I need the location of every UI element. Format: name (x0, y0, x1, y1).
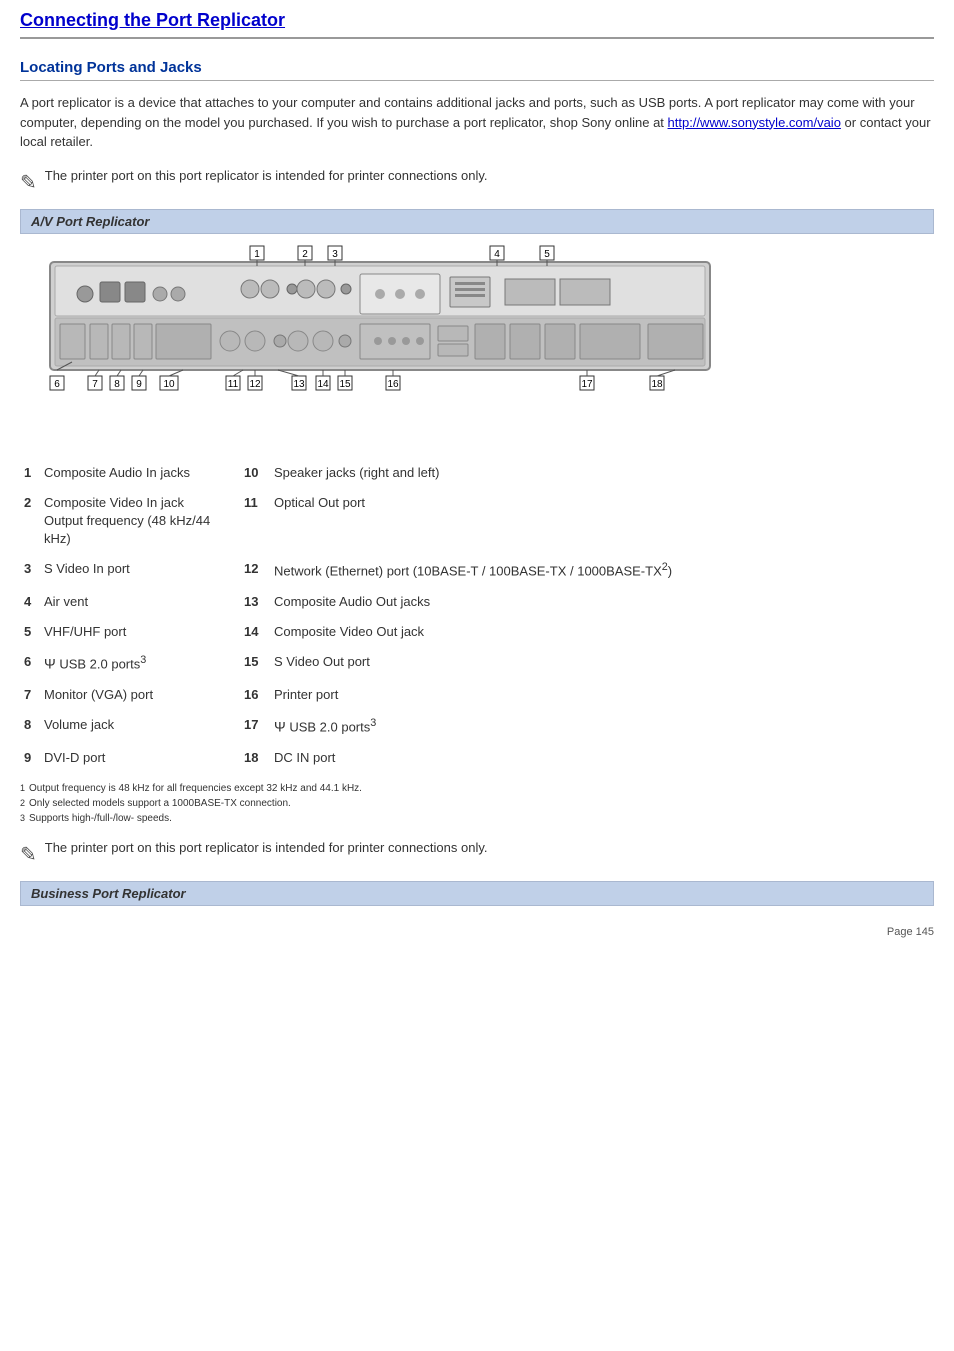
svg-text:12: 12 (249, 379, 261, 390)
port-row: 2Composite Video In jackOutput frequency… (20, 488, 934, 555)
port-num-right: 18 (240, 743, 270, 773)
port-desc-left: S Video In port (40, 554, 240, 587)
diagram-area: 1 2 3 4 5 (20, 244, 934, 444)
port-desc-left: Volume jack (40, 710, 240, 743)
note-icon-1: ✎ (20, 170, 37, 195)
svg-text:14: 14 (317, 379, 329, 390)
svg-text:8: 8 (114, 379, 120, 390)
port-replicator-diagram: 1 2 3 4 5 (30, 244, 730, 444)
port-num-left: 9 (20, 743, 40, 773)
section-title: Locating Ports and Jacks (20, 59, 934, 76)
port-num-right: 12 (240, 554, 270, 587)
svg-text:6: 6 (54, 379, 60, 390)
svg-text:17: 17 (581, 379, 593, 390)
svg-text:18: 18 (651, 379, 663, 390)
note-box-2: ✎ The printer port on this port replicat… (20, 840, 934, 867)
footnote-mark: 2 (20, 798, 25, 809)
section-divider (20, 80, 934, 81)
port-num-left: 5 (20, 617, 40, 647)
port-desc-right: Composite Audio Out jacks (270, 587, 934, 617)
port-desc-right: Ψ USB 2.0 ports3 (270, 710, 934, 743)
port-desc-left: Composite Audio In jacks (40, 458, 240, 488)
footnote-item: 2 Only selected models support a 1000BAS… (20, 798, 934, 809)
port-num-left: 3 (20, 554, 40, 587)
port-desc-left: Monitor (VGA) port (40, 680, 240, 710)
svg-text:2: 2 (302, 249, 308, 260)
port-desc-right: Optical Out port (270, 488, 934, 555)
port-row: 9DVI-D port18DC IN port (20, 743, 934, 773)
port-desc-right: Composite Video Out jack (270, 617, 934, 647)
port-num-right: 11 (240, 488, 270, 555)
svg-text:13: 13 (293, 379, 305, 390)
port-row: 6Ψ USB 2.0 ports315S Video Out port (20, 647, 934, 680)
svg-text:4: 4 (494, 249, 500, 260)
svg-text:11: 11 (228, 379, 239, 390)
port-desc-left: DVI-D port (40, 743, 240, 773)
port-desc-right: Network (Ethernet) port (10BASE-T / 100B… (270, 554, 934, 587)
footnote-text: Supports high-/full-/low- speeds. (29, 813, 172, 824)
title-divider (20, 37, 934, 39)
footnote-mark: 1 (20, 783, 25, 794)
port-row: 5VHF/UHF port14Composite Video Out jack (20, 617, 934, 647)
port-desc-right: S Video Out port (270, 647, 934, 680)
note-text-2: The printer port on this port replicator… (45, 840, 488, 855)
port-num-left: 1 (20, 458, 40, 488)
port-num-right: 13 (240, 587, 270, 617)
port-num-right: 16 (240, 680, 270, 710)
port-row: 1Composite Audio In jacks10Speaker jacks… (20, 458, 934, 488)
port-row: 3S Video In port12Network (Ethernet) por… (20, 554, 934, 587)
port-num-left: 8 (20, 710, 40, 743)
svg-text:15: 15 (339, 379, 351, 390)
port-row: 7Monitor (VGA) port16Printer port (20, 680, 934, 710)
port-num-right: 10 (240, 458, 270, 488)
svg-text:10: 10 (163, 379, 175, 390)
svg-text:5: 5 (544, 249, 550, 260)
footnote-item: 3 Supports high-/full-/low- speeds. (20, 813, 934, 824)
footnote-mark: 3 (20, 813, 25, 824)
svg-text:3: 3 (332, 249, 338, 260)
port-desc-right: Printer port (270, 680, 934, 710)
port-num-right: 17 (240, 710, 270, 743)
svg-text:9: 9 (136, 379, 142, 390)
business-port-replicator-header: Business Port Replicator (20, 881, 934, 906)
port-num-left: 7 (20, 680, 40, 710)
page-number: Page 145 (20, 926, 934, 938)
port-num-left: 6 (20, 647, 40, 680)
port-num-left: 4 (20, 587, 40, 617)
svg-text:1: 1 (254, 249, 260, 260)
intro-paragraph: A port replicator is a device that attac… (20, 93, 934, 152)
svg-text:7: 7 (92, 379, 98, 390)
footnotes-section: 1 Output frequency is 48 kHz for all fre… (20, 783, 934, 824)
port-desc-left: Air vent (40, 587, 240, 617)
port-row: 4Air vent13Composite Audio Out jacks (20, 587, 934, 617)
port-desc-right: DC IN port (270, 743, 934, 773)
svg-text:16: 16 (387, 379, 399, 390)
port-desc-left: Ψ USB 2.0 ports3 (40, 647, 240, 680)
port-num-left: 2 (20, 488, 40, 555)
page-title: Connecting the Port Replicator (20, 10, 934, 31)
port-desc-left: VHF/UHF port (40, 617, 240, 647)
port-desc-right: Speaker jacks (right and left) (270, 458, 934, 488)
footnote-item: 1 Output frequency is 48 kHz for all fre… (20, 783, 934, 794)
note-icon-2: ✎ (20, 842, 37, 867)
note-text-1: The printer port on this port replicator… (45, 168, 488, 183)
port-num-right: 14 (240, 617, 270, 647)
port-row: 8Volume jack17Ψ USB 2.0 ports3 (20, 710, 934, 743)
port-num-right: 15 (240, 647, 270, 680)
footnote-text: Output frequency is 48 kHz for all frequ… (29, 783, 362, 794)
ports-table: 1Composite Audio In jacks10Speaker jacks… (20, 458, 934, 774)
sony-link[interactable]: http://www.sonystyle.com/vaio (668, 115, 841, 130)
note-box-1: ✎ The printer port on this port replicat… (20, 168, 934, 195)
av-port-replicator-header: A/V Port Replicator (20, 209, 934, 234)
port-desc-left: Composite Video In jackOutput frequency … (40, 488, 240, 555)
footnote-text: Only selected models support a 1000BASE-… (29, 798, 291, 809)
